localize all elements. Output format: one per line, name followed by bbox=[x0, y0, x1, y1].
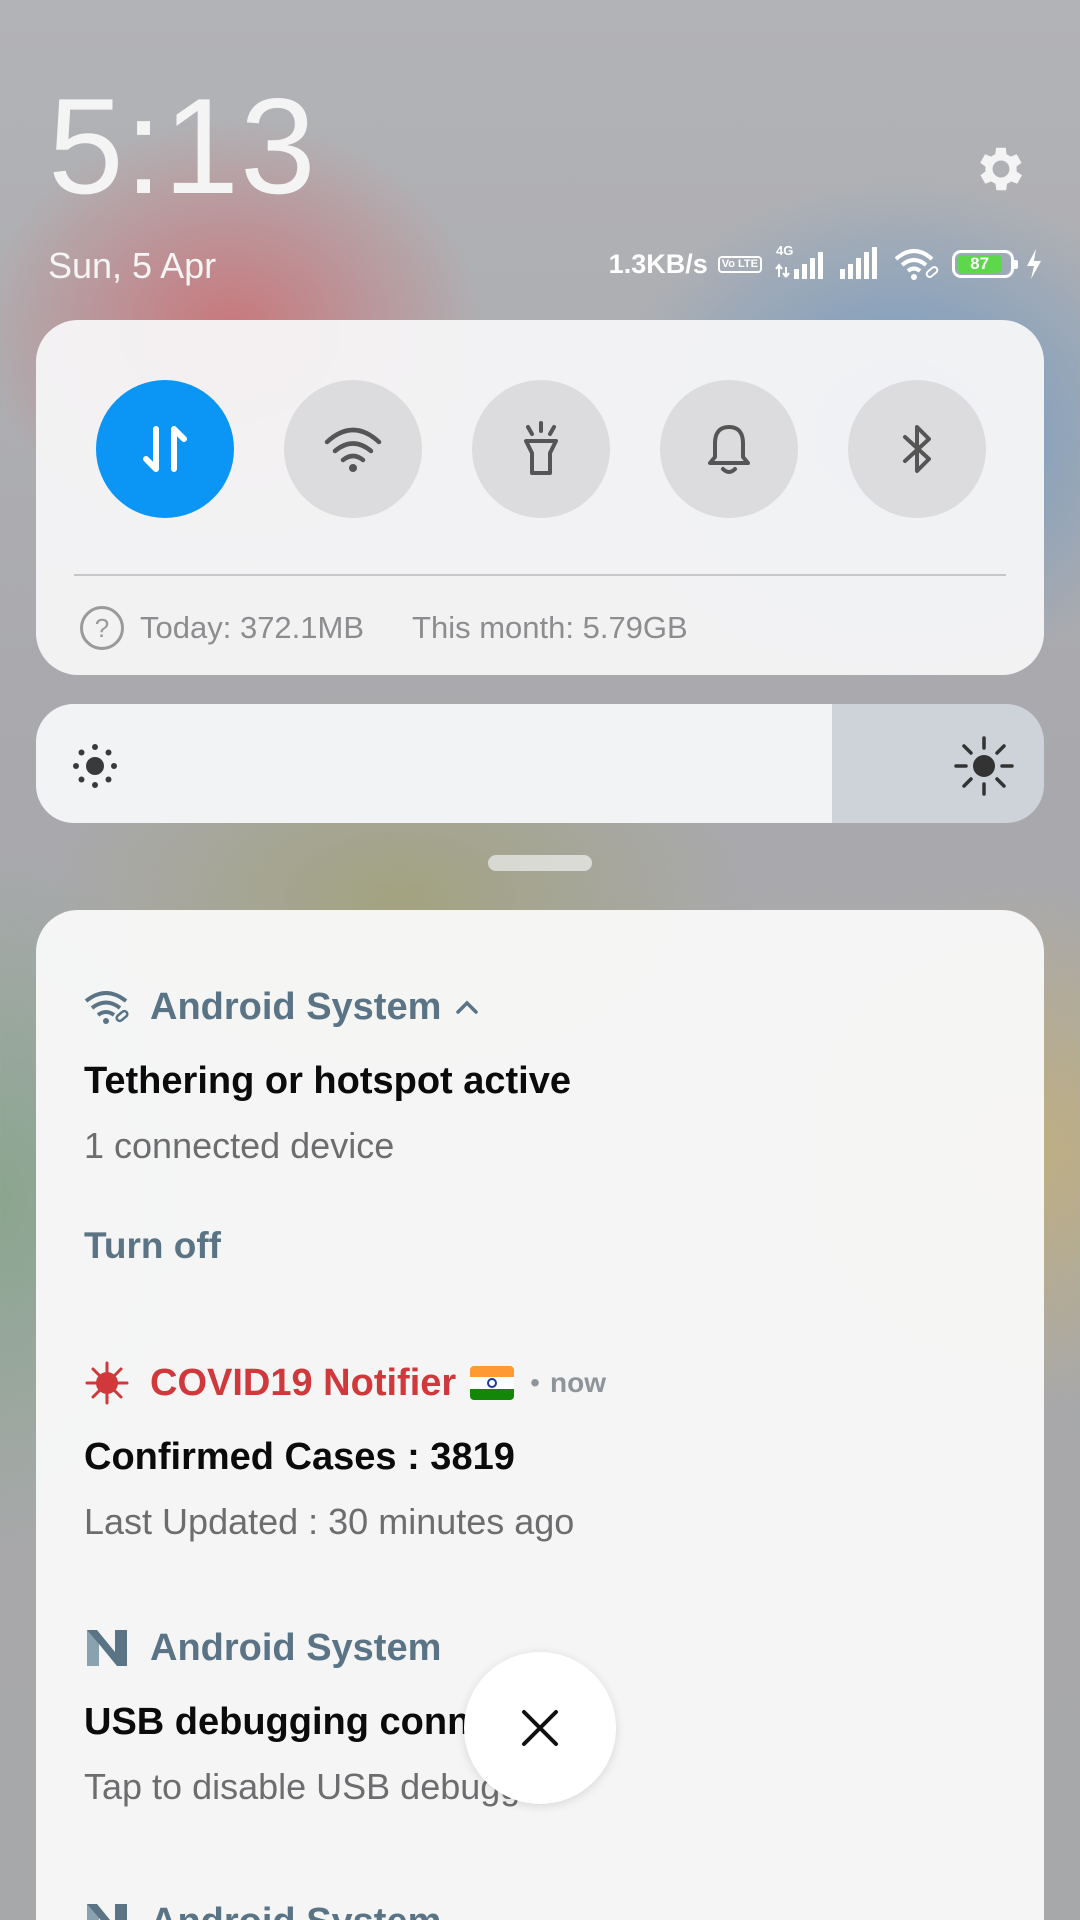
brightness-slider[interactable] bbox=[36, 704, 1044, 823]
bell-icon bbox=[708, 425, 750, 474]
app-name: Android System bbox=[150, 985, 442, 1028]
android-n-icon bbox=[84, 1899, 130, 1920]
wifi-hotspot-icon bbox=[84, 984, 130, 1030]
notification-hotspot[interactable]: Android System Tethering or hotspot acti… bbox=[84, 980, 1004, 1267]
toggle-wifi[interactable] bbox=[284, 380, 422, 518]
flashlight-icon bbox=[524, 421, 558, 475]
separator: • bbox=[530, 1367, 540, 1398]
battery-icon: 87 bbox=[952, 250, 1018, 278]
bluetooth-icon bbox=[903, 425, 931, 473]
close-icon bbox=[522, 1710, 558, 1746]
toggle-bluetooth[interactable] bbox=[848, 380, 986, 518]
charging-icon bbox=[1027, 249, 1041, 279]
notification-time: now bbox=[549, 1367, 606, 1398]
brightness-level bbox=[36, 704, 833, 823]
toggle-sound[interactable] bbox=[660, 380, 798, 518]
volte-label: Vo LTE bbox=[721, 257, 758, 270]
notification-android-system[interactable]: Android System bbox=[84, 1895, 1004, 1920]
usage-month: This month: 5.79GB bbox=[412, 610, 688, 645]
battery-fill: 87 bbox=[957, 254, 1003, 273]
help-icon[interactable]: ? bbox=[80, 606, 124, 650]
battery-level: 87 bbox=[970, 254, 990, 273]
toggle-mobile-data[interactable] bbox=[96, 380, 234, 518]
network-speed: 1.3KB/s bbox=[608, 248, 708, 279]
signal-icon bbox=[840, 247, 877, 279]
toggle-flashlight[interactable] bbox=[472, 380, 610, 518]
notification-text: 1 connected device bbox=[84, 1125, 395, 1166]
notification-title: Tethering or hotspot active bbox=[84, 1060, 572, 1102]
brightness-high-icon bbox=[954, 736, 1014, 796]
volte-icon: Vo LTE bbox=[717, 255, 762, 273]
india-flag-icon bbox=[470, 1366, 515, 1400]
settings-button[interactable] bbox=[968, 136, 1034, 202]
notification-text: Last Updated : 30 minutes ago bbox=[84, 1501, 575, 1542]
status-bar: 1.3KB/s Vo LTE 4G 87 bbox=[608, 243, 1044, 282]
brightness-low-icon bbox=[73, 744, 117, 788]
notification-covid[interactable]: COVID19 Notifier • now Confirmed Cases :… bbox=[84, 1356, 1004, 1543]
divider bbox=[74, 574, 1006, 576]
date: Sun, 5 Apr bbox=[48, 245, 217, 286]
android-n-icon bbox=[84, 1625, 130, 1671]
virus-icon bbox=[84, 1360, 130, 1406]
panel-drag-handle[interactable] bbox=[488, 855, 592, 871]
notification-title: Confirmed Cases : 3819 bbox=[84, 1436, 515, 1478]
chevron-up-icon[interactable] bbox=[455, 999, 479, 1015]
clear-all-button[interactable] bbox=[464, 1652, 616, 1804]
wifi-link-icon bbox=[894, 249, 939, 280]
gear-icon bbox=[980, 147, 1023, 191]
turn-off-button[interactable]: Turn off bbox=[84, 1225, 1004, 1267]
app-name: Android System bbox=[150, 1626, 442, 1669]
app-name: COVID19 Notifier bbox=[150, 1361, 457, 1404]
clock[interactable]: 5:13 bbox=[48, 78, 317, 214]
signal-4g-icon: 4G bbox=[772, 243, 828, 281]
app-name: Android System bbox=[150, 1901, 441, 1920]
data-arrows-icon bbox=[143, 426, 187, 472]
usage-today: Today: 372.1MB bbox=[140, 610, 365, 645]
wifi-icon bbox=[324, 427, 382, 472]
quick-settings-panel: ? Today: 372.1MB This month: 5.79GB bbox=[36, 320, 1044, 675]
data-usage-row[interactable]: ? Today: 372.1MB This month: 5.79GB bbox=[80, 606, 688, 650]
